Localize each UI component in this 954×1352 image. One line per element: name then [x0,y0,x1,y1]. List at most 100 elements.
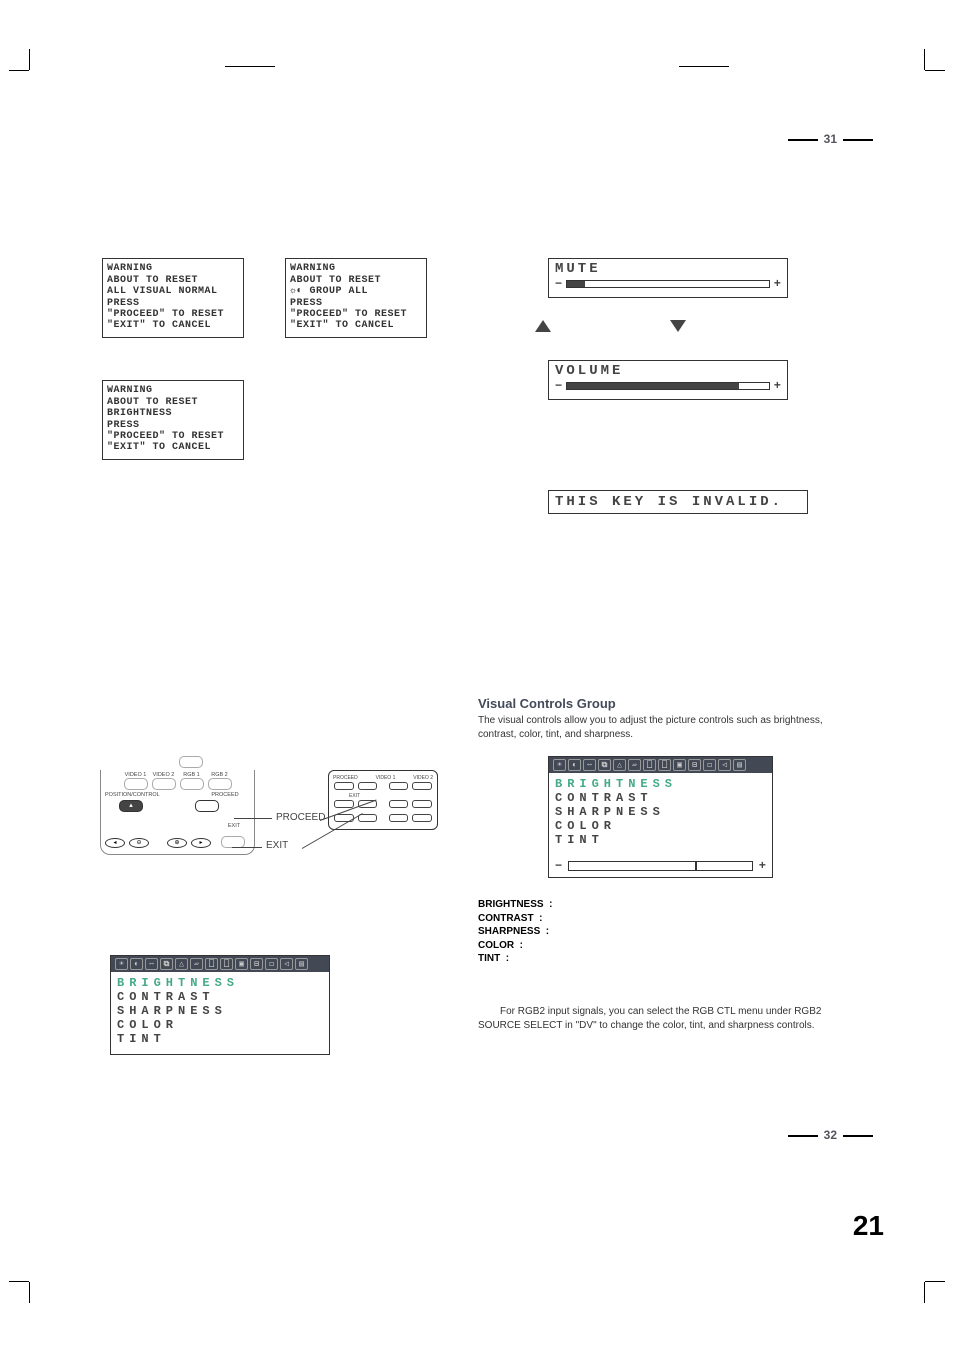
compact-button [389,782,409,790]
osd-icon: ◁ [718,759,731,771]
osd-icon: ⊟ [250,958,263,970]
warning-heading: WARNING [107,263,239,274]
osd-icon: △ [613,759,626,771]
remote-button-up: ▴ [119,800,143,812]
remote-button-minus: ⊖ [129,838,149,848]
osd-icon-bar: ☀◐⇔⧉△▱⎕⎕▣⊟◻◁▤ [111,956,329,972]
warning-line: ☼◐ GROUP ALL [290,286,422,297]
warning-heading: WARNING [107,385,239,396]
leader-line [232,847,262,848]
warning-line: ALL VISUAL NORMAL [107,286,239,297]
osd-item-brightness: BRIGHTNESS [555,777,766,791]
remote-button-video1 [124,778,148,790]
osd-icon: ◁ [280,958,293,970]
label-brightness: BRIGHTNESS [478,898,552,912]
osd-icon: ▣ [235,958,248,970]
osd-item-contrast: CONTRAST [117,990,323,1004]
compact-button [412,782,432,790]
crop-mark [925,1281,945,1282]
warning-line: "PROCEED" TO RESET [290,309,422,320]
osd-icon: ◻ [265,958,278,970]
label-tint: TINT [478,952,552,966]
osd-icon: ◐ [568,759,581,771]
remote-label-proceed: PROCEED [200,792,250,798]
leader-label-proceed: PROCEED [276,812,325,823]
osd-icon: ⎕ [205,958,218,970]
warning-line: BRIGHTNESS [107,408,239,419]
compact-button [412,814,432,822]
remote-control-diagram: VIDEO 1 VIDEO 2 RGB 1 RGB 2 POSITION/CON… [100,756,255,855]
mute-slider-box: MUTE − + [548,258,788,298]
warning-line: "EXIT" TO CANCEL [107,320,239,331]
remote-button-rgb1 [180,778,204,790]
plus-icon: + [759,859,766,873]
crop-mark [225,66,275,67]
up-arrow-icon [535,320,551,332]
remote-row [100,756,255,768]
compact-button [389,814,409,822]
leader-label-exit: EXIT [266,840,288,851]
crop-mark [9,70,29,71]
osd-icon-bar: ☀◐⇔⧉△▱⎕⎕▣⊟◻◁▤ [549,757,772,773]
warning-line: "PROCEED" TO RESET [107,431,239,442]
mute-track [566,280,770,288]
compact-button [412,800,432,808]
label-contrast: CONTRAST [478,912,552,926]
page-number-31: 31 [782,132,879,146]
plus-icon: + [774,379,781,393]
crop-mark [925,70,945,71]
remote-label-position-control: POSITION/CONTROL [105,792,157,798]
osd-icon: ☀ [553,759,566,771]
osd-item-tint: TINT [555,833,766,847]
osd-icon: ⊟ [688,759,701,771]
compact-button [334,800,354,808]
volume-title: VOLUME [555,363,781,379]
remote-button-plus: ⊕ [167,838,187,848]
warning-box-all-visual: WARNING ABOUT TO RESET ALL VISUAL NORMAL… [102,258,244,338]
leader-line [234,818,272,819]
osd-item-brightness: BRIGHTNESS [117,976,323,990]
crop-mark [924,1282,925,1303]
remote-button-left: ◂ [105,838,125,848]
compact-remote-diagram: PROCEED VIDEO 1 VIDEO 2 EXIT [328,770,438,830]
label-color: COLOR [478,939,552,953]
osd-icon: ▤ [295,958,308,970]
osd-icon: ◻ [703,759,716,771]
osd-item-contrast: CONTRAST [555,791,766,805]
visual-controls-labels: BRIGHTNESS CONTRAST SHARPNESS COLOR TINT [478,898,552,966]
warning-line: PRESS [107,420,239,431]
crop-mark [924,49,925,70]
warning-box-group-all: WARNING ABOUT TO RESET ☼◐ GROUP ALL PRES… [285,258,427,338]
osd-icon: ⎕ [658,759,671,771]
minus-icon: − [555,379,562,393]
warning-heading: WARNING [290,263,422,274]
invalid-key-message: THIS KEY IS INVALID. [548,490,808,514]
osd-menu-visual-slider: ☀◐⇔⧉△▱⎕⎕▣⊟◻◁▤ BRIGHTNESS CONTRAST SHARPN… [548,756,773,878]
osd-icon: △ [175,958,188,970]
osd-item-sharpness: SHARPNESS [555,805,766,819]
crop-mark [29,1282,30,1303]
warning-line: ABOUT TO RESET [107,275,239,286]
warning-box-brightness: WARNING ABOUT TO RESET BRIGHTNESS PRESS … [102,380,244,460]
osd-icon: ⇔ [583,759,596,771]
osd-item-sharpness: SHARPNESS [117,1004,323,1018]
osd-item-color: COLOR [117,1018,323,1032]
compact-label: PROCEED [333,775,358,781]
remote-button-right: ▸ [191,838,211,848]
label-sharpness: SHARPNESS [478,925,552,939]
compact-button [334,782,354,790]
page-number-main: 21 [853,1210,884,1242]
remote-button-video2 [152,778,176,790]
warning-line: PRESS [107,298,239,309]
volume-track [566,382,770,390]
osd-icon: ⇔ [145,958,158,970]
compact-button [358,782,378,790]
warning-line: ABOUT TO RESET [107,397,239,408]
osd-item-color: COLOR [555,819,766,833]
section-body-visual-controls: The visual controls allow you to adjust … [478,714,838,741]
mute-title: MUTE [555,261,781,277]
osd-icon: ◐ [130,958,143,970]
volume-slider-box: VOLUME − + [548,360,788,400]
note-rgb2: For RGB2 input signals, you can select t… [478,1005,838,1032]
minus-icon: − [555,859,562,873]
